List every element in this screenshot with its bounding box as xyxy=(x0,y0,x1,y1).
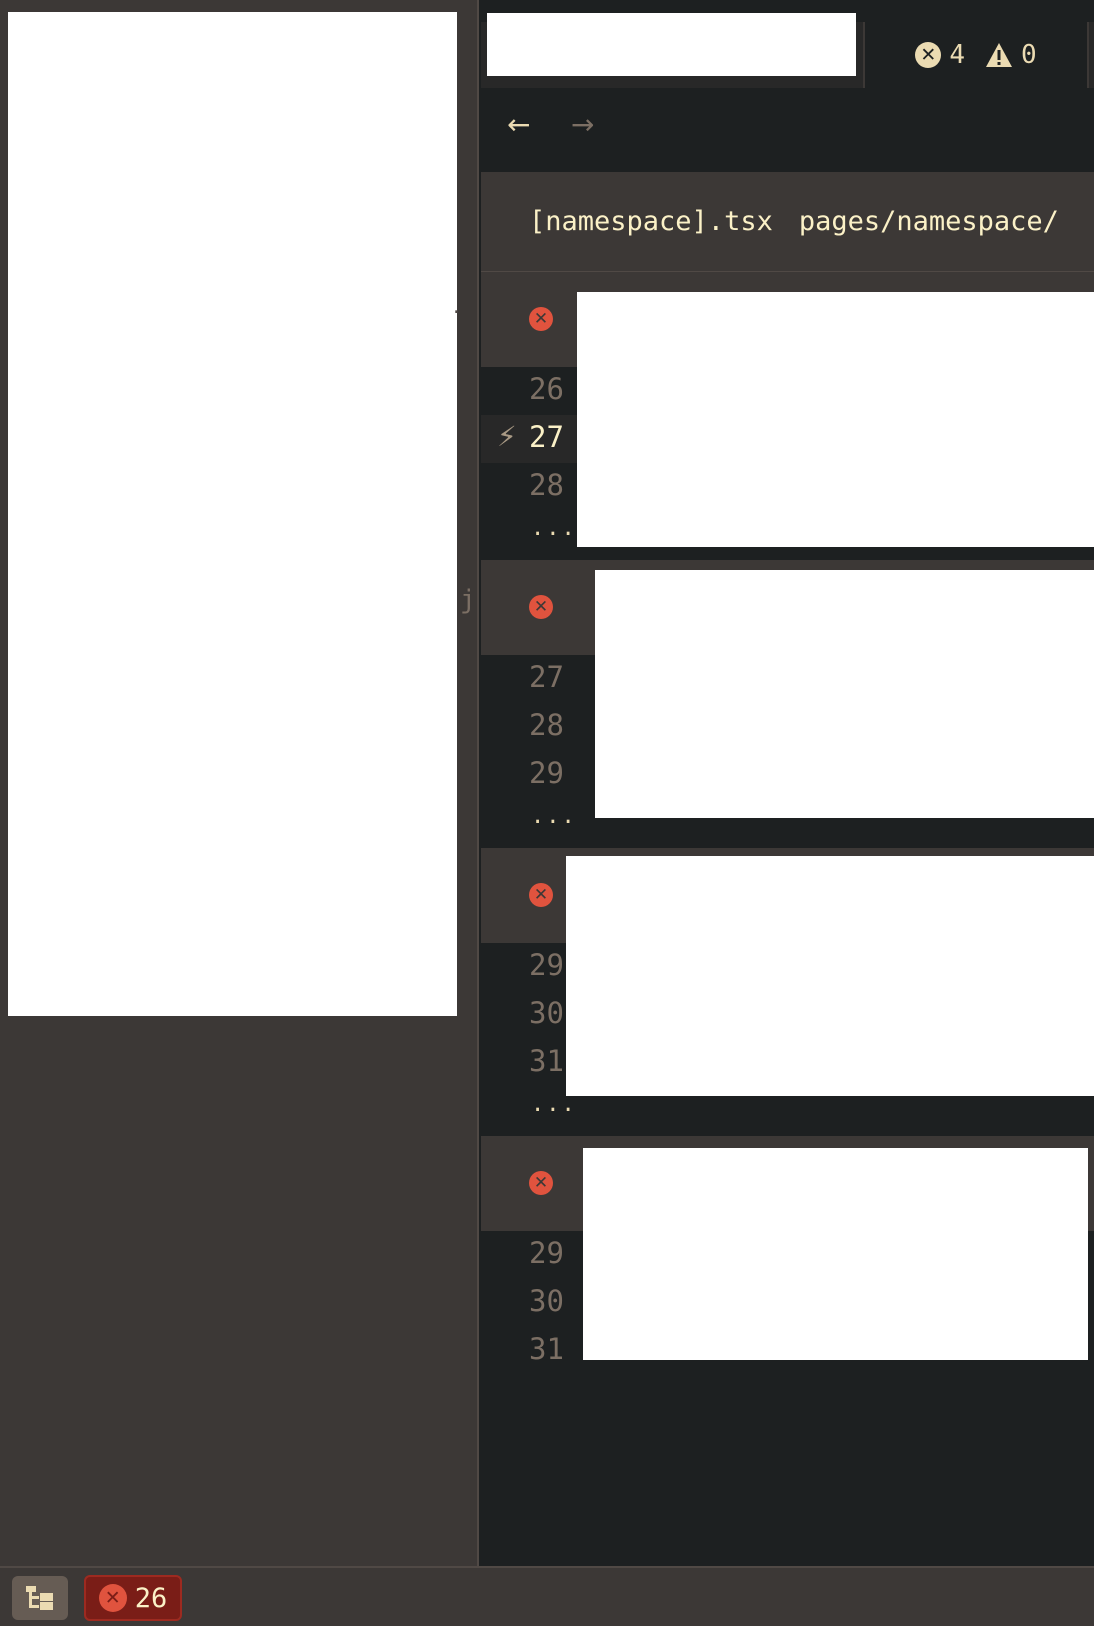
error-icon: ✕ xyxy=(529,1171,553,1195)
file-path: pages/namespace/ xyxy=(798,206,1059,237)
line-number: 29 xyxy=(529,756,564,790)
arrow-left-icon[interactable]: ← xyxy=(507,108,530,141)
error-count-group: ✕ 4 xyxy=(915,40,965,70)
redacted-region xyxy=(583,1148,1088,1360)
error-icon: ✕ xyxy=(529,307,553,331)
line-number: 31 xyxy=(529,1044,564,1078)
status-bar: ✕ 26 xyxy=(0,1566,1094,1626)
line-number: 27 xyxy=(529,420,564,454)
redacted-region xyxy=(577,292,1094,547)
warning-count: 0 xyxy=(1021,40,1037,70)
file-tree-icon xyxy=(26,1586,53,1610)
redacted-region xyxy=(595,570,1094,818)
more-lines-ellipsis[interactable]: ... xyxy=(531,804,577,829)
warning-count-group: 0 xyxy=(985,40,1037,70)
line-number: 31 xyxy=(529,1332,564,1366)
line-number: 29 xyxy=(529,948,564,982)
status-error-count: 26 xyxy=(134,1582,168,1614)
line-number: 29 xyxy=(529,1236,564,1270)
app-window: · j ✕ 4 0 ← → [namespace].tsx pages/name… xyxy=(0,0,1094,1626)
file-header[interactable]: [namespace].tsx pages/namespace/ xyxy=(481,172,1094,272)
left-panel: · j xyxy=(0,0,479,1566)
warning-icon xyxy=(986,43,1012,67)
diagnostics-panel: ✕ 4 0 ← → [namespace].tsx pages/namespac… xyxy=(481,0,1094,1566)
error-icon: ✕ xyxy=(529,883,553,907)
line-number: 27 xyxy=(529,660,564,694)
line-number: 30 xyxy=(529,1284,564,1318)
peek-text: j xyxy=(460,585,476,615)
navigation-bar: ← → xyxy=(481,88,1094,172)
diagnostics-button[interactable]: ✕ 26 xyxy=(84,1575,182,1621)
error-icon: ✕ xyxy=(529,595,553,619)
project-tree-button[interactable] xyxy=(12,1576,68,1620)
line-number: 30 xyxy=(529,996,564,1030)
error-count: 4 xyxy=(949,40,965,70)
line-number: 26 xyxy=(529,372,564,406)
tab-diagnostics[interactable]: ✕ 4 0 xyxy=(863,22,1089,88)
file-name: [namespace].tsx xyxy=(529,206,773,237)
more-lines-ellipsis[interactable]: ... xyxy=(531,516,577,541)
error-icon: ✕ xyxy=(915,42,942,68)
peek-glyph: · xyxy=(451,302,462,323)
redacted-region xyxy=(566,856,1094,1096)
redacted-tab xyxy=(487,13,856,76)
line-number: 28 xyxy=(529,708,564,742)
arrow-right-icon[interactable]: → xyxy=(571,108,594,141)
lightning-icon[interactable]: ⚡ xyxy=(497,420,517,453)
redacted-region xyxy=(8,12,457,1016)
error-icon: ✕ xyxy=(98,1584,127,1612)
line-number: 28 xyxy=(529,468,564,502)
